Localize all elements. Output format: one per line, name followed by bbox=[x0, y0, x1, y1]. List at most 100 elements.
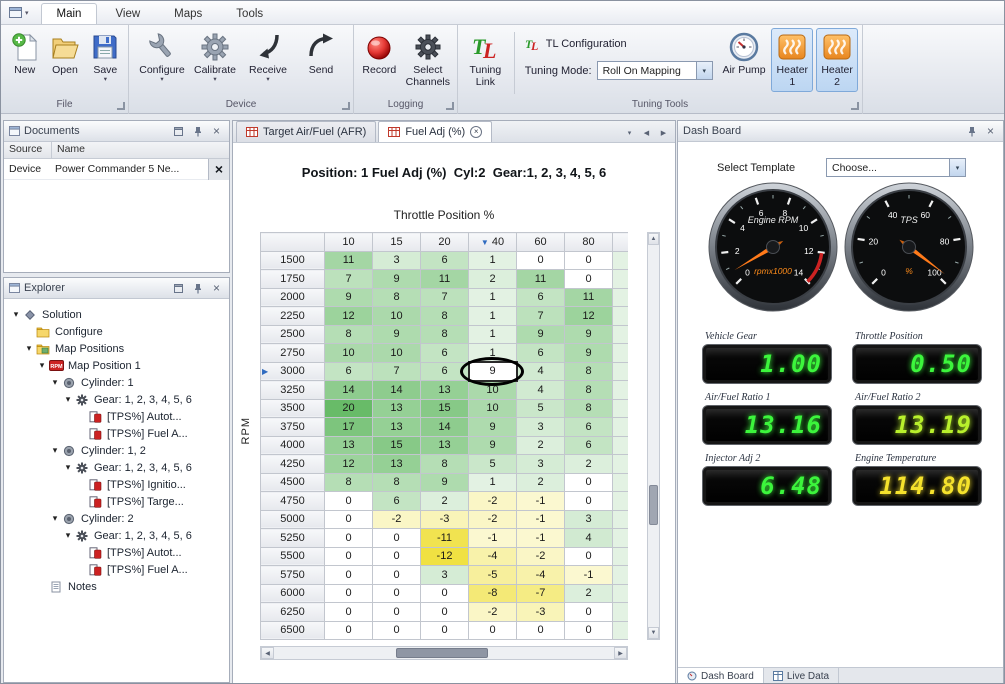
expander-expanded-icon[interactable]: ▾ bbox=[62, 462, 74, 473]
tree-item[interactable]: ▾Gear: 1, 2, 3, 4, 5, 6 bbox=[6, 391, 229, 408]
grid-cell[interactable]: 1 bbox=[613, 510, 629, 529]
grid-cell[interactable]: 7 bbox=[325, 270, 373, 289]
grid-cell[interactable]: 8 bbox=[565, 399, 613, 418]
tab-maps[interactable]: Maps bbox=[158, 3, 218, 24]
grid-cell[interactable]: 1 bbox=[469, 473, 517, 492]
grid-cell[interactable]: 3 bbox=[373, 251, 421, 270]
grid-cell[interactable]: 13 bbox=[373, 455, 421, 474]
grid-cell[interactable]: -2 bbox=[469, 603, 517, 622]
tree-item[interactable]: [TPS%] Fuel A... bbox=[6, 561, 229, 578]
grid-cell[interactable]: -2 bbox=[469, 492, 517, 511]
grid-cell[interactable]: 1 bbox=[613, 566, 629, 585]
grid-cell[interactable]: 8 bbox=[373, 473, 421, 492]
grid-cell[interactable]: 0 bbox=[325, 584, 373, 603]
selected-grid-cell[interactable]: 9 bbox=[469, 362, 517, 381]
expander-expanded-icon[interactable]: ▾ bbox=[62, 530, 74, 541]
grid-cell[interactable]: 1 bbox=[613, 584, 629, 603]
throttle-column-header-40[interactable]: ▼40 bbox=[469, 233, 517, 252]
grid-cell[interactable]: 4 bbox=[517, 362, 565, 381]
grid-cell[interactable]: 6 bbox=[565, 436, 613, 455]
grid-cell[interactable]: 13 bbox=[421, 381, 469, 400]
air-pump-button[interactable]: Air Pump bbox=[720, 28, 769, 92]
grid-cell[interactable]: 8 bbox=[421, 307, 469, 326]
grid-cell[interactable]: 12 bbox=[325, 455, 373, 474]
float-window-icon[interactable] bbox=[171, 124, 186, 139]
close-icon[interactable]: × bbox=[209, 281, 224, 296]
tuning-link-button[interactable]: TL Tuning Link bbox=[463, 28, 508, 92]
grid-cell[interactable]: 10 bbox=[373, 344, 421, 363]
grid-cell[interactable]: 0 bbox=[325, 529, 373, 548]
throttle-column-header-10[interactable]: 10 bbox=[325, 233, 373, 252]
rpm-row-header-4750[interactable]: 4750 bbox=[261, 492, 325, 511]
pin-icon[interactable] bbox=[190, 281, 205, 296]
grid-cell[interactable]: 3 bbox=[421, 566, 469, 585]
grid-cell[interactable]: 0 bbox=[373, 529, 421, 548]
grid-cell[interactable]: 1 bbox=[613, 547, 629, 566]
chevron-down-icon[interactable]: ▾ bbox=[696, 62, 712, 79]
scroll-right-icon[interactable]: ▶ bbox=[614, 647, 627, 659]
float-window-icon[interactable] bbox=[171, 281, 186, 296]
rpm-row-header-6250[interactable]: 6250 bbox=[261, 603, 325, 622]
grid-cell[interactable]: -1 bbox=[469, 529, 517, 548]
grid-cell[interactable]: 8 bbox=[565, 381, 613, 400]
grid-cell[interactable]: 8 bbox=[373, 288, 421, 307]
quick-access-toolbar[interactable]: ▾ bbox=[1, 1, 41, 24]
grid-cell[interactable]: 9 bbox=[565, 325, 613, 344]
grid-cell[interactable]: 1 bbox=[469, 288, 517, 307]
grid-cell[interactable]: 0 bbox=[565, 251, 613, 270]
grid-cell[interactable]: 1 bbox=[613, 270, 629, 289]
expander-expanded-icon[interactable]: ▾ bbox=[49, 445, 61, 456]
dialog-launcher-icon[interactable] bbox=[446, 102, 454, 110]
grid-cell[interactable]: 2 bbox=[565, 455, 613, 474]
grid-cell[interactable]: 0 bbox=[565, 547, 613, 566]
grid-cell[interactable]: 0 bbox=[373, 547, 421, 566]
grid-cell[interactable]: 0 bbox=[565, 621, 613, 640]
grid-cell[interactable]: 8 bbox=[325, 325, 373, 344]
grid-cell[interactable]: 8 bbox=[565, 362, 613, 381]
tree-item[interactable]: ▾Cylinder: 1 bbox=[6, 374, 229, 391]
grid-cell[interactable]: 15 bbox=[373, 436, 421, 455]
tab-fuel-adj[interactable]: Fuel Adj (%) × bbox=[378, 121, 492, 142]
throttle-column-header-15[interactable]: 15 bbox=[373, 233, 421, 252]
grid-cell[interactable]: 2 bbox=[565, 584, 613, 603]
grid-cell[interactable]: 1 bbox=[613, 288, 629, 307]
expander-expanded-icon[interactable]: ▾ bbox=[62, 394, 74, 405]
tab-tools[interactable]: Tools bbox=[220, 3, 279, 24]
grid-cell[interactable]: 0 bbox=[421, 584, 469, 603]
grid-cell[interactable]: 0 bbox=[325, 510, 373, 529]
grid-cell[interactable]: 1 bbox=[469, 307, 517, 326]
grid-cell[interactable]: 0 bbox=[565, 270, 613, 289]
column-header-source[interactable]: Source bbox=[4, 142, 52, 158]
grid-cell[interactable]: 9 bbox=[517, 325, 565, 344]
chevron-down-icon[interactable]: ▾ bbox=[25, 9, 29, 17]
rpm-row-header-2500[interactable]: 2500 bbox=[261, 325, 325, 344]
grid-cell[interactable]: 0 bbox=[517, 251, 565, 270]
grid-cell[interactable]: 1 bbox=[613, 251, 629, 270]
grid-cell[interactable]: -1 bbox=[517, 529, 565, 548]
tree-item[interactable]: ▾Map Positions bbox=[6, 340, 229, 357]
close-icon[interactable]: × bbox=[983, 124, 998, 139]
tuning-mode-select[interactable]: Roll On Mapping ▾ bbox=[597, 61, 713, 80]
grid-cell[interactable]: 0 bbox=[325, 547, 373, 566]
grid-cell[interactable]: 1 bbox=[469, 325, 517, 344]
grid-cell[interactable]: 6 bbox=[565, 418, 613, 437]
rpm-row-header-5500[interactable]: 5500 bbox=[261, 547, 325, 566]
scroll-up-icon[interactable]: ▲ bbox=[648, 233, 659, 245]
tab-target-air-fuel[interactable]: Target Air/Fuel (AFR) bbox=[236, 121, 376, 142]
expander-expanded-icon[interactable]: ▾ bbox=[49, 377, 61, 388]
rpm-row-header-5000[interactable]: 5000 bbox=[261, 510, 325, 529]
grid-cell[interactable]: 1 bbox=[469, 344, 517, 363]
grid-cell[interactable]: 14 bbox=[421, 418, 469, 437]
rpm-row-header-2000[interactable]: 2000 bbox=[261, 288, 325, 307]
scroll-tabs-left-icon[interactable]: ◀ bbox=[640, 126, 653, 139]
grid-cell[interactable]: 0 bbox=[373, 603, 421, 622]
grid-cell[interactable]: 5 bbox=[469, 455, 517, 474]
dialog-launcher-icon[interactable] bbox=[342, 102, 350, 110]
grid-cell[interactable]: 1 bbox=[469, 251, 517, 270]
send-button[interactable]: Send bbox=[298, 28, 344, 92]
grid-cell[interactable]: -4 bbox=[469, 547, 517, 566]
grid-cell[interactable]: 2 bbox=[517, 436, 565, 455]
tree-item[interactable]: ▾RPMMap Position 1 bbox=[6, 357, 229, 374]
grid-cell[interactable]: 6 bbox=[517, 344, 565, 363]
rpm-row-header-5750[interactable]: 5750 bbox=[261, 566, 325, 585]
